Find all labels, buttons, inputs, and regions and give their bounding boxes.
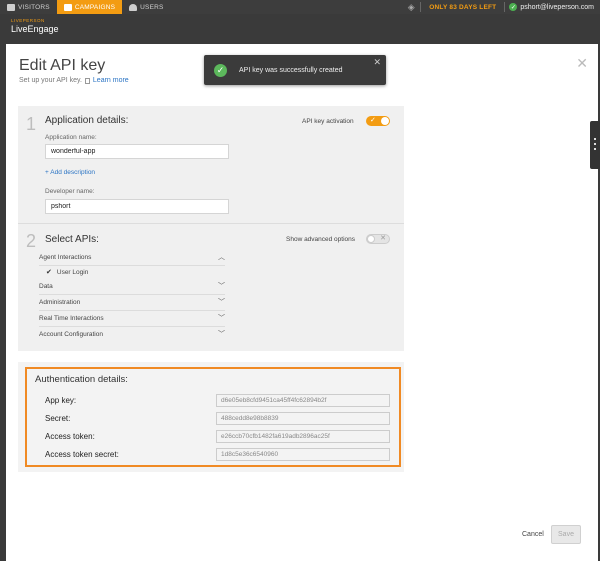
api-group-administration[interactable]: Administration ﹀ (39, 296, 225, 311)
subtitle-text: Set up your API key. (19, 77, 82, 84)
cancel-button[interactable]: Cancel (522, 531, 544, 538)
developer-name-label: Developer name: (45, 188, 95, 195)
application-name-input[interactable] (45, 144, 229, 159)
access-token-secret-label: Access token secret: (45, 450, 119, 459)
tab-users-label: USERS (140, 3, 164, 11)
toast-close-icon[interactable]: ✕ (373, 57, 381, 68)
learn-more-link[interactable]: Learn more (93, 77, 129, 84)
status-online-icon: ✓ (509, 3, 518, 11)
tab-campaigns-label: CAMPAIGNS (74, 3, 116, 11)
access-token-field[interactable] (216, 430, 390, 443)
chevron-down-icon: ﹀ (218, 299, 225, 306)
api-group-label: Administration (39, 299, 81, 306)
api-group-data[interactable]: Data ﹀ (39, 280, 225, 295)
edit-api-key-modal: ✕ Edit API key Set up your API key. Lear… (6, 44, 598, 561)
page-title: Edit API key (19, 57, 106, 74)
add-description-link[interactable]: + Add description (45, 169, 95, 176)
application-details-title: Application details: (45, 115, 129, 126)
chat-icon (7, 3, 15, 11)
user-menu[interactable]: ✓ pshort@liveperson.com (505, 3, 600, 11)
step-number-2: 2 (26, 231, 37, 251)
chevron-down-icon: ﹀ (218, 331, 225, 338)
tab-visitors-label: VISITORS (18, 3, 50, 11)
drag-handle-icon (594, 138, 596, 152)
app-header: LIVEPERSON LiveEngage (0, 14, 600, 42)
user-email: pshort@liveperson.com (520, 3, 594, 11)
save-button[interactable]: Save (551, 525, 581, 544)
user-icon (129, 3, 138, 11)
check-icon: ✓ (370, 117, 376, 124)
tag-icon (63, 3, 72, 11)
section-divider (18, 223, 404, 224)
show-advanced-options-toggle[interactable]: ✕ (366, 234, 390, 244)
application-name-label: Application name: (45, 134, 97, 141)
logo-big-text: LiveEngage (11, 24, 59, 34)
toast-message: API key was successfully created (239, 66, 343, 74)
liveengage-logo: LIVEPERSON LiveEngage (11, 18, 59, 34)
document-icon (84, 77, 90, 84)
chevron-down-icon: ﹀ (218, 315, 225, 322)
layers-icon[interactable]: ◈ (406, 2, 416, 12)
access-token-secret-field[interactable] (216, 448, 390, 461)
show-advanced-options-label: Show advanced options (286, 236, 356, 243)
api-group-label: Account Configuration (39, 331, 103, 338)
top-nav-bar: VISITORS CAMPAIGNS USERS ◈ ONLY 83 DAYS … (0, 0, 600, 14)
api-group-real-time-interactions[interactable]: Real Time Interactions ﹀ (39, 312, 225, 327)
trial-days-left[interactable]: ONLY 83 DAYS LEFT (421, 4, 504, 11)
api-group-account-configuration[interactable]: Account Configuration ﹀ (39, 328, 225, 343)
side-panel-handle[interactable] (590, 121, 600, 169)
authentication-details-title: Authentication details: (35, 374, 128, 385)
api-group-agent-interactions[interactable]: Agent Interactions ︿ (39, 251, 225, 266)
api-option-user-login[interactable]: ✔ User Login (46, 268, 89, 277)
api-group-label: Data (39, 283, 53, 290)
api-group-label: Real Time Interactions (39, 315, 104, 322)
chevron-down-icon: ﹀ (218, 283, 225, 290)
close-icon[interactable]: ✕ (576, 56, 588, 70)
select-apis-title: Select APIs: (45, 234, 99, 245)
check-icon: ✔ (46, 269, 52, 276)
app-key-label: App key: (45, 396, 77, 405)
access-token-label: Access token: (45, 432, 95, 441)
tab-visitors[interactable]: VISITORS (0, 0, 57, 14)
x-icon: ✕ (380, 235, 386, 242)
secret-label: Secret: (45, 414, 71, 423)
api-key-activation-label: API key activation (302, 118, 354, 125)
success-toast: ✓ API key was successfully created ✕ (204, 55, 386, 85)
developer-name-input[interactable] (45, 199, 229, 214)
tab-campaigns[interactable]: CAMPAIGNS (56, 0, 123, 14)
chevron-up-icon: ︿ (218, 254, 225, 261)
page-subtitle: Set up your API key. Learn more (19, 77, 129, 84)
app-key-field[interactable] (216, 394, 390, 407)
api-key-activation-toggle[interactable]: ✓ (366, 116, 390, 126)
api-option-label: User Login (56, 268, 89, 276)
success-check-icon: ✓ (214, 63, 227, 77)
api-group-label: Agent Interactions (39, 254, 92, 261)
tab-users[interactable]: USERS (122, 0, 170, 14)
secret-field[interactable] (216, 412, 390, 425)
step-number-1: 1 (26, 114, 37, 134)
